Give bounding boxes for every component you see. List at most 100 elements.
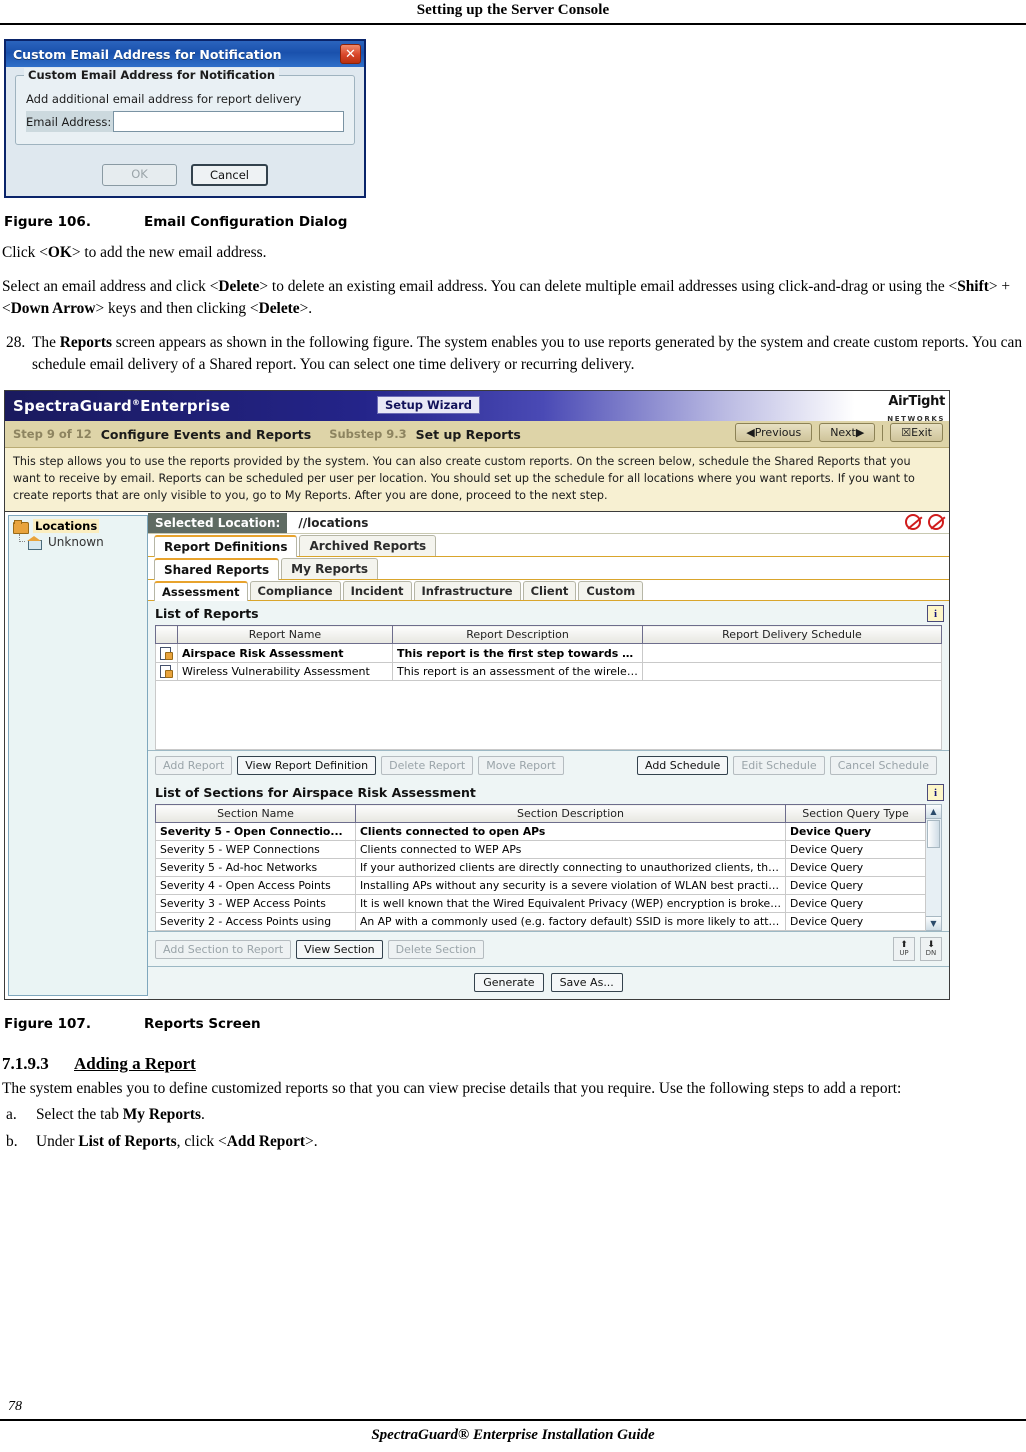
cancel-button[interactable]: Cancel bbox=[191, 164, 268, 186]
save-as-button[interactable]: Save As... bbox=[550, 973, 623, 993]
reports-table: Report Name Report Description Report De… bbox=[155, 625, 942, 682]
app-brand: SpectraGuard®Enterprise bbox=[5, 397, 230, 415]
item-28-text: The Reports screen appears as shown in t… bbox=[32, 332, 1026, 376]
tab-compliance[interactable]: Compliance bbox=[249, 581, 341, 601]
move-report-button[interactable]: Move Report bbox=[478, 756, 564, 776]
p2-shift: Shift bbox=[957, 278, 989, 296]
view-section-button[interactable]: View Section bbox=[296, 939, 383, 959]
table-row[interactable]: Severity 3 - WEP Access Points It is wel… bbox=[155, 894, 926, 914]
table-row[interactable]: Wireless Vulnerability Assessment This r… bbox=[155, 661, 942, 682]
section-row-query-type: Device Query bbox=[785, 858, 926, 878]
setup-wizard-chip[interactable]: Setup Wizard bbox=[377, 396, 480, 415]
tab-client[interactable]: Client bbox=[522, 581, 577, 601]
table-row[interactable]: Severity 4 - Open Access Points Installi… bbox=[155, 876, 926, 896]
email-address-input[interactable] bbox=[113, 111, 344, 132]
view-report-definition-button[interactable]: View Report Definition bbox=[237, 756, 377, 776]
figure-106-title: Email Configuration Dialog bbox=[144, 214, 348, 230]
sensor-disabled-icon[interactable] bbox=[905, 514, 921, 531]
airtight-logo: AirTight NETWORKS bbox=[887, 392, 945, 424]
sections-col-description[interactable]: Section Description bbox=[355, 804, 786, 824]
tabs-category-row: Assessment Compliance Incident Infrastru… bbox=[148, 580, 949, 602]
server-disabled-icon[interactable] bbox=[928, 514, 944, 531]
tab-incident[interactable]: Incident bbox=[342, 581, 412, 601]
tab-assessment[interactable]: Assessment bbox=[154, 581, 248, 602]
tab-report-definitions[interactable]: Report Definitions bbox=[154, 535, 298, 558]
section-row-query-type: Device Query bbox=[785, 840, 926, 860]
p1-ok: OK bbox=[47, 244, 72, 261]
locations-tree-item-unknown[interactable]: Unknown bbox=[9, 533, 147, 550]
sections-table-wrap: Section Name Section Description Section… bbox=[155, 804, 942, 932]
tab-custom[interactable]: Custom bbox=[578, 581, 644, 601]
reports-col-schedule[interactable]: Report Delivery Schedule bbox=[642, 625, 942, 645]
previous-button[interactable]: ◀Previous bbox=[735, 423, 813, 443]
report-row-description: This report is an assessment of the wire… bbox=[392, 661, 643, 682]
locations-tree-root[interactable]: Locations bbox=[9, 516, 147, 534]
figure-106-caption: Figure 106. Email Configuration Dialog bbox=[4, 214, 1026, 230]
b-add-report: Add Report bbox=[226, 1132, 306, 1150]
brand-name: SpectraGuard bbox=[13, 397, 132, 416]
sections-col-name[interactable]: Section Name bbox=[155, 804, 356, 824]
app-main-area: Locations Unknown Selected Location: //l… bbox=[5, 512, 949, 1000]
header-rule bbox=[0, 23, 1026, 25]
reports-col-description[interactable]: Report Description bbox=[392, 625, 643, 645]
cancel-schedule-button[interactable]: Cancel Schedule bbox=[829, 756, 937, 776]
i28-a: The bbox=[32, 334, 60, 352]
section-row-description: An AP with a commonly used (e.g. factory… bbox=[355, 912, 786, 932]
table-row[interactable]: Severity 5 - WEP Connections Clients con… bbox=[155, 840, 926, 860]
section-title: Adding a Report bbox=[74, 1054, 196, 1074]
list-item-b: b. Under List of Reports, click <Add Rep… bbox=[2, 1131, 1026, 1153]
tab-infrastructure[interactable]: Infrastructure bbox=[413, 581, 521, 601]
add-section-to-report-button[interactable]: Add Section to Report bbox=[155, 939, 292, 959]
footer-title: SpectraGuard® Enterprise Installation Gu… bbox=[371, 1427, 655, 1443]
scrollbar-track[interactable] bbox=[926, 849, 941, 916]
info-icon[interactable]: i bbox=[927, 784, 944, 802]
delete-report-button[interactable]: Delete Report bbox=[381, 756, 474, 776]
step-instructions: This step allows you to use the reports … bbox=[5, 448, 949, 513]
reports-col-icon[interactable] bbox=[155, 625, 178, 645]
info-icon[interactable]: i bbox=[927, 605, 944, 623]
table-row[interactable]: Severity 5 - Open Connectio... Clients c… bbox=[155, 822, 926, 842]
email-dialog-figure: Custom Email Address for Notification ✕ … bbox=[4, 39, 1026, 198]
report-row-schedule bbox=[642, 643, 942, 663]
section-row-description: Clients connected to WEP APs bbox=[355, 840, 786, 860]
section-row-query-type: Device Query bbox=[785, 876, 926, 896]
table-row[interactable]: Severity 5 - Ad-hoc Networks If your aut… bbox=[155, 858, 926, 878]
scrollbar-thumb[interactable] bbox=[927, 820, 940, 849]
list-item-28: 28. The Reports screen appears as shown … bbox=[2, 332, 1026, 376]
report-row-schedule bbox=[642, 661, 942, 682]
reports-content-panel: Selected Location: //locations Report De… bbox=[148, 512, 949, 1000]
tab-my-reports[interactable]: My Reports bbox=[281, 558, 379, 580]
p2-delete2: Delete bbox=[258, 300, 300, 318]
ok-button[interactable]: OK bbox=[102, 164, 177, 186]
b-list-of-reports: List of Reports bbox=[78, 1132, 177, 1150]
scroll-down-icon[interactable]: ▼ bbox=[926, 916, 941, 931]
sections-scrollbar[interactable]: ▲ ▼ bbox=[926, 804, 942, 932]
brand-registered-mark: ® bbox=[131, 398, 141, 408]
tab-archived-reports[interactable]: Archived Reports bbox=[299, 535, 437, 557]
exit-button[interactable]: ☒Exit bbox=[890, 423, 943, 443]
reports-col-name[interactable]: Report Name bbox=[177, 625, 393, 645]
close-icon[interactable]: ✕ bbox=[340, 44, 361, 64]
move-up-button[interactable]: ⬆ UP bbox=[893, 937, 915, 962]
paragraph-delete-email: Select an email address and click <Delet… bbox=[2, 276, 1026, 320]
b-1: Under bbox=[36, 1132, 79, 1150]
add-report-button[interactable]: Add Report bbox=[155, 756, 233, 776]
nav-divider bbox=[882, 424, 884, 441]
tab-shared-reports[interactable]: Shared Reports bbox=[154, 558, 280, 581]
step-counter: Step 9 of 12 bbox=[13, 427, 92, 442]
next-button[interactable]: Next▶ bbox=[819, 423, 876, 443]
section-row-name: Severity 4 - Open Access Points bbox=[155, 876, 356, 896]
edit-schedule-button[interactable]: Edit Schedule bbox=[733, 756, 825, 776]
delete-section-button[interactable]: Delete Section bbox=[387, 939, 485, 959]
section-row-description: If your authorized clients are directly … bbox=[355, 858, 786, 878]
sections-col-query-type[interactable]: Section Query Type bbox=[785, 804, 926, 824]
table-row[interactable]: Severity 2 - Access Points using An AP w… bbox=[155, 912, 926, 932]
generate-button[interactable]: Generate bbox=[474, 973, 544, 993]
substep-counter: Substep 9.3 bbox=[329, 427, 407, 442]
page-number: 78 bbox=[8, 1399, 22, 1414]
move-down-button[interactable]: ⬇ DN bbox=[920, 937, 942, 962]
b-5: >. bbox=[305, 1132, 318, 1150]
scroll-up-icon[interactable]: ▲ bbox=[926, 805, 941, 820]
add-schedule-button[interactable]: Add Schedule bbox=[636, 756, 729, 776]
table-row[interactable]: Airspace Risk Assessment This report is … bbox=[155, 643, 942, 663]
